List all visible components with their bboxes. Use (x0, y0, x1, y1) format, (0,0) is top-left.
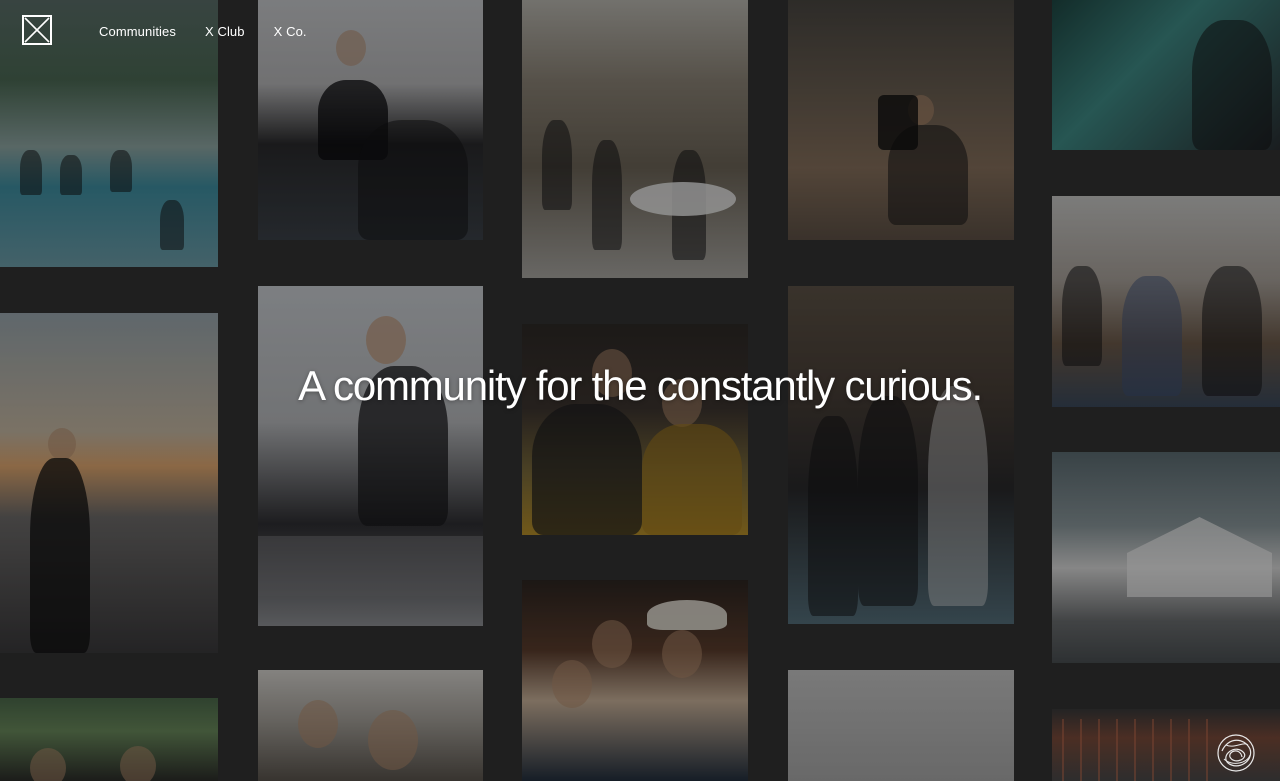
photo-party-lights (788, 286, 1014, 624)
nav-communities[interactable]: Communities (99, 24, 176, 39)
main-nav: Communities X Club X Co. (99, 24, 307, 39)
hero-headline: A community for the constantly curious. (298, 362, 983, 409)
photo-couple-portrait (522, 324, 748, 535)
photo-group-cowboy-hat (522, 580, 748, 781)
photo-tent-rooftop (1052, 452, 1280, 663)
photo-grey-sky (788, 670, 1014, 781)
nav-x-club[interactable]: X Club (205, 24, 245, 39)
photo-singer-mic (258, 286, 483, 626)
photo-greenery-crowd (0, 698, 218, 781)
photo-mixer-crowd (258, 670, 483, 781)
nav-x-co[interactable]: X Co. (274, 24, 307, 39)
scribble-circle-icon[interactable] (1214, 731, 1258, 775)
x-box-logo-icon[interactable] (22, 15, 52, 45)
page: Communities X Club X Co. A community for… (0, 0, 1280, 781)
site-header: Communities X Club X Co. (0, 0, 1280, 66)
